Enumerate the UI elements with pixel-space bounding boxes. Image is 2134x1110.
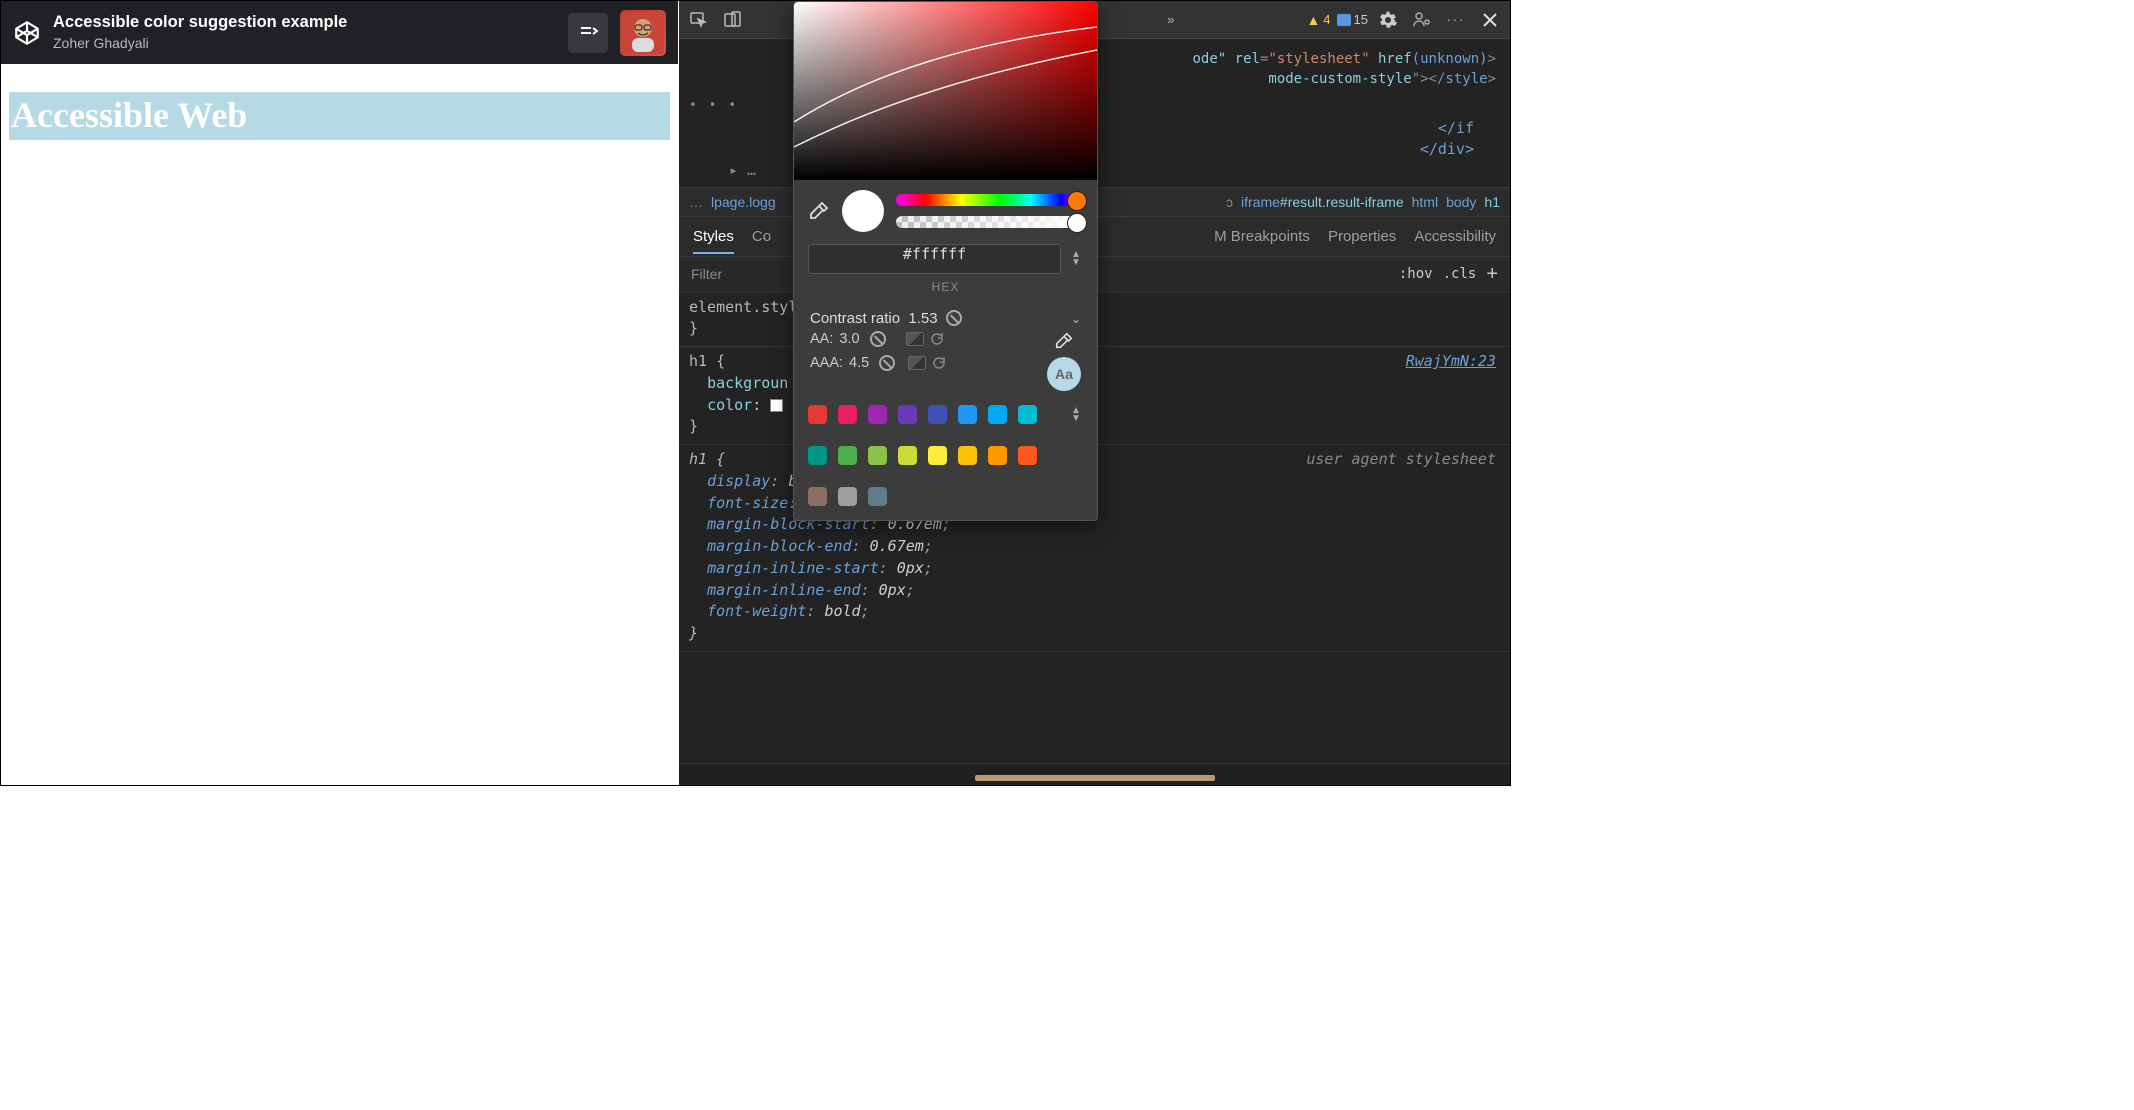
palette-swatch[interactable] — [958, 446, 977, 465]
source-link[interactable]: RwajYmN:23 — [1406, 351, 1496, 373]
breadcrumb-item[interactable]: body — [1446, 194, 1476, 210]
console-drawer-handle[interactable] — [679, 763, 1510, 785]
breadcrumb-item[interactable]: lpage.logg — [711, 194, 776, 210]
aa-reload-icon[interactable] — [930, 332, 944, 346]
palette-swatch[interactable] — [838, 487, 857, 506]
ua-property-row[interactable]: margin-inline-start: 0px; — [689, 558, 1496, 580]
aaa-reload-icon[interactable] — [932, 356, 946, 370]
ua-stylesheet-label: user agent stylesheet — [1306, 449, 1496, 471]
aaa-threshold-row: AAA: 4.5 — [810, 355, 1033, 371]
palette-swatch[interactable] — [928, 446, 947, 465]
device-toolbar-icon[interactable] — [719, 6, 747, 34]
inspect-element-icon[interactable] — [685, 6, 713, 34]
breadcrumb-overflow[interactable]: … — [689, 194, 703, 210]
new-rule-button[interactable]: + — [1486, 263, 1498, 286]
format-switch-icon[interactable]: ▲▼ — [1069, 251, 1083, 267]
palette-swatch[interactable] — [868, 446, 887, 465]
ua-property-row[interactable]: font-weight: bold; — [689, 601, 1496, 623]
tab-accessibility[interactable]: Accessibility — [1414, 228, 1496, 245]
settings-icon[interactable] — [1374, 6, 1402, 34]
issues-count: 15 — [1354, 12, 1368, 27]
palette-swatch[interactable] — [988, 405, 1007, 424]
codepen-title-block: Accessible color suggestion example Zohe… — [53, 13, 556, 52]
palette-swatch[interactable] — [808, 446, 827, 465]
ua-property-row[interactable]: margin-block-end: 0.67em; — [689, 536, 1496, 558]
close-icon[interactable] — [1476, 6, 1504, 34]
palette-swatch[interactable] — [958, 405, 977, 424]
ua-property-row[interactable]: margin-inline-end: 0px; — [689, 580, 1496, 602]
codepen-preview-pane: Accessible color suggestion example Zohe… — [1, 1, 678, 785]
color-picker-popover: #ffffff ▲▼ HEX Contrast ratio 1.53 ⌄ AA:… — [793, 1, 1098, 521]
color-swatch-icon[interactable] — [770, 399, 783, 412]
contrast-sample-badge: Aa — [1047, 357, 1081, 391]
user-avatar[interactable] — [620, 10, 666, 56]
codepen-logo-icon — [13, 19, 41, 47]
contrast-fail-icon — [946, 310, 962, 326]
cls-toggle[interactable]: .cls — [1443, 266, 1477, 282]
palette-swatch[interactable] — [868, 487, 887, 506]
palette-swatch[interactable] — [868, 405, 887, 424]
codepen-header: Accessible color suggestion example Zohe… — [1, 1, 678, 64]
feedback-icon[interactable] — [1408, 6, 1436, 34]
tab-styles[interactable]: Styles — [693, 228, 734, 254]
contrast-eyedropper-icon[interactable] — [1054, 331, 1074, 351]
palette-swatch[interactable] — [838, 446, 857, 465]
pen-title: Accessible color suggestion example — [53, 13, 556, 33]
contrast-ratio-row[interactable]: Contrast ratio 1.53 ⌄ — [794, 304, 1097, 329]
aa-fail-icon — [870, 331, 886, 347]
contrast-value: 1.53 — [908, 310, 937, 327]
palette-scroll-icon[interactable]: ▲▼ — [1069, 407, 1083, 423]
tab-properties[interactable]: Properties — [1328, 228, 1396, 245]
hex-input[interactable]: #ffffff — [808, 244, 1061, 274]
issues-badge[interactable]: 15 — [1337, 12, 1368, 27]
tab-computed[interactable]: Co — [752, 228, 771, 245]
filter-input[interactable]: Filter — [691, 266, 722, 282]
palette-swatch[interactable] — [808, 405, 827, 424]
aaa-fix-swatch-icon[interactable] — [908, 356, 926, 370]
palette-swatch[interactable] — [928, 405, 947, 424]
breadcrumb-item[interactable]: h1 — [1484, 194, 1500, 210]
more-options-icon[interactable]: ··· — [1442, 6, 1470, 34]
palette-swatch[interactable] — [838, 405, 857, 424]
pen-author[interactable]: Zoher Ghadyali — [53, 35, 556, 52]
tab-dom-breakpoints[interactable]: M Breakpoints — [1214, 228, 1310, 245]
breadcrumb-item[interactable]: html — [1412, 194, 1438, 210]
palette-swatch-grid: ▲▼ — [794, 401, 1097, 520]
palette-swatch[interactable] — [808, 487, 827, 506]
expand-icon[interactable] — [568, 13, 608, 53]
saturation-value-canvas[interactable] — [794, 2, 1097, 180]
current-color-sample — [842, 190, 884, 232]
warnings-badge[interactable]: ▲4 — [1306, 12, 1330, 28]
eyedropper-icon[interactable] — [808, 200, 830, 222]
contrast-label: Contrast ratio — [810, 310, 900, 327]
palette-swatch[interactable] — [1018, 405, 1037, 424]
hue-slider[interactable] — [896, 194, 1083, 206]
alpha-slider[interactable] — [896, 216, 1083, 228]
hov-toggle[interactable]: :hov — [1399, 266, 1433, 282]
palette-swatch[interactable] — [1018, 446, 1037, 465]
aa-fix-swatch-icon[interactable] — [906, 332, 924, 346]
preview-heading: Accessible Web — [9, 92, 670, 140]
color-format-label: HEX — [794, 276, 1097, 304]
chevron-down-icon[interactable]: ⌄ — [1071, 312, 1081, 326]
aa-threshold-row: AA: 3.0 — [810, 331, 1033, 347]
palette-swatch[interactable] — [898, 405, 917, 424]
palette-swatch[interactable] — [988, 446, 1007, 465]
preview-area: Accessible Web — [1, 64, 678, 785]
warnings-count: 4 — [1323, 12, 1330, 27]
breadcrumb-item[interactable]: iframe#result.result-iframe — [1241, 194, 1404, 210]
aaa-fail-icon — [879, 355, 895, 371]
palette-swatch[interactable] — [898, 446, 917, 465]
more-tabs-icon[interactable]: » — [1167, 12, 1174, 27]
